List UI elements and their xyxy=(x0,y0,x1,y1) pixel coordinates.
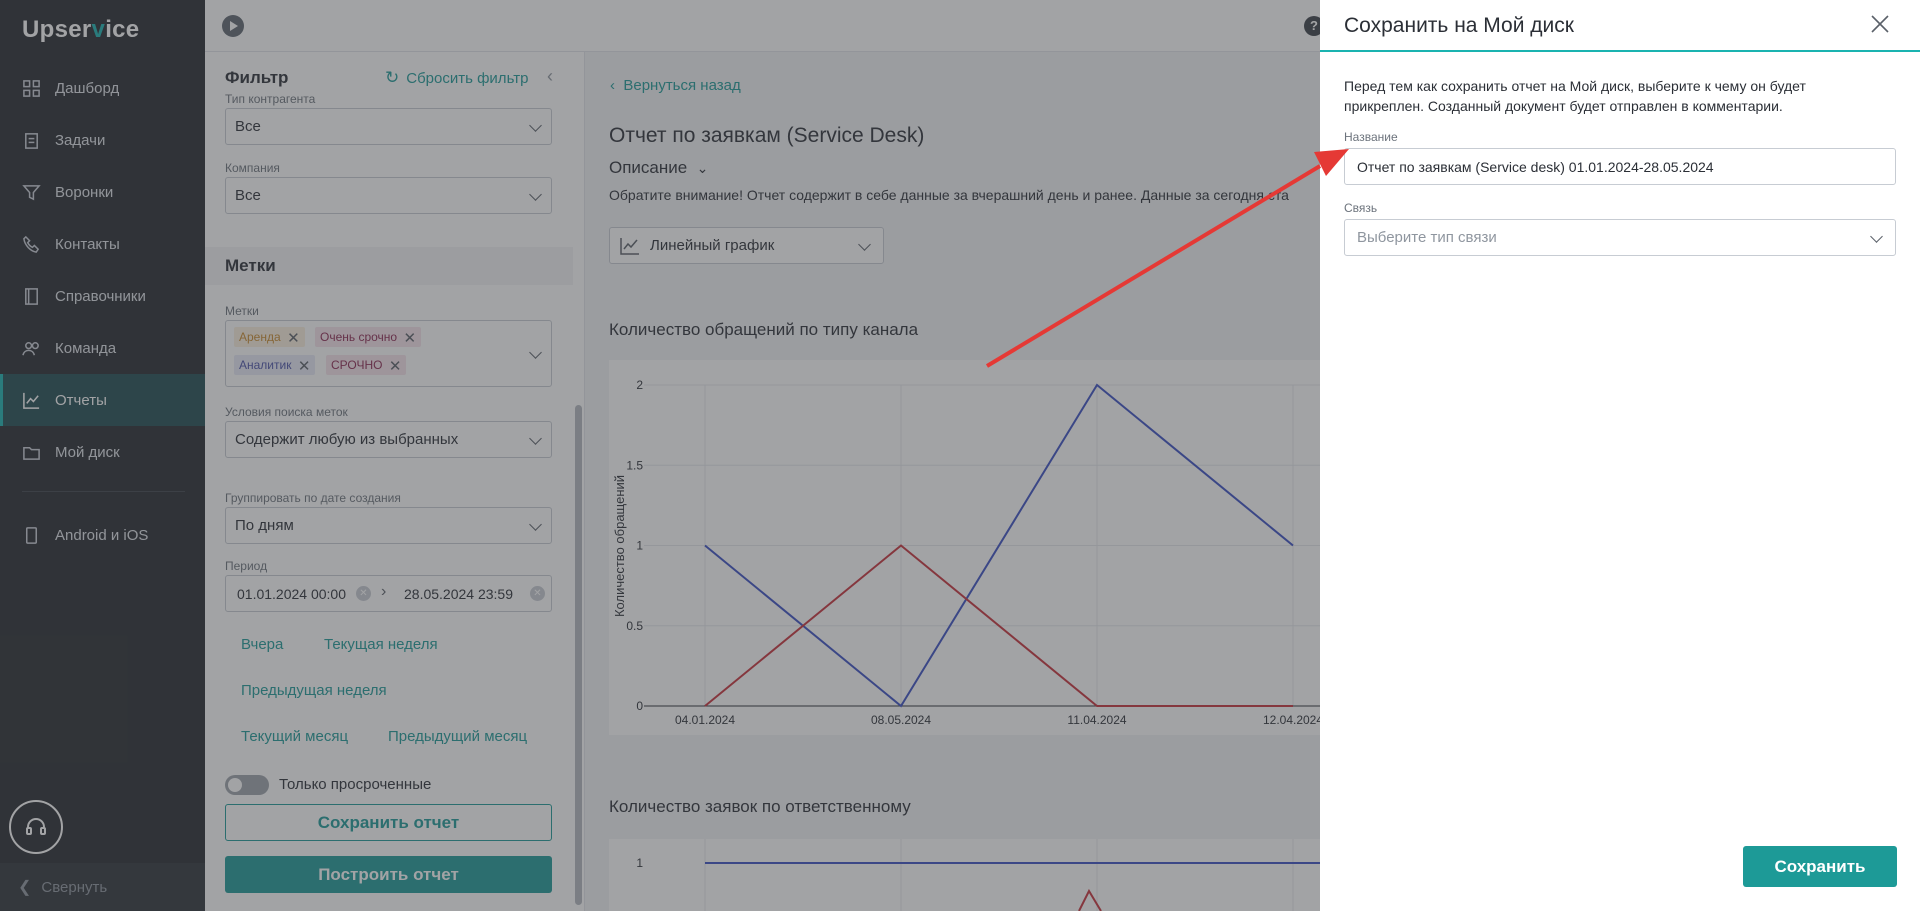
chevron-down-icon xyxy=(1870,230,1883,243)
modal-title: Сохранить на Мой диск xyxy=(1344,14,1574,37)
modal-description: Перед тем как сохранить отчет на Мой дис… xyxy=(1344,78,1806,114)
link-type-select[interactable]: Выберите тип связи xyxy=(1344,219,1896,256)
modal-backdrop[interactable] xyxy=(0,0,1320,911)
link-type-placeholder: Выберите тип связи xyxy=(1357,229,1497,246)
name-label: Название xyxy=(1344,130,1398,144)
save-to-disk-panel: Сохранить на Мой диск Перед тем как сохр… xyxy=(1320,0,1920,911)
link-label: Связь xyxy=(1344,201,1378,215)
close-icon[interactable] xyxy=(1868,12,1892,36)
save-button[interactable]: Сохранить xyxy=(1743,846,1897,887)
modal-header: Сохранить на Мой диск xyxy=(1320,0,1920,52)
name-input[interactable] xyxy=(1344,148,1896,185)
